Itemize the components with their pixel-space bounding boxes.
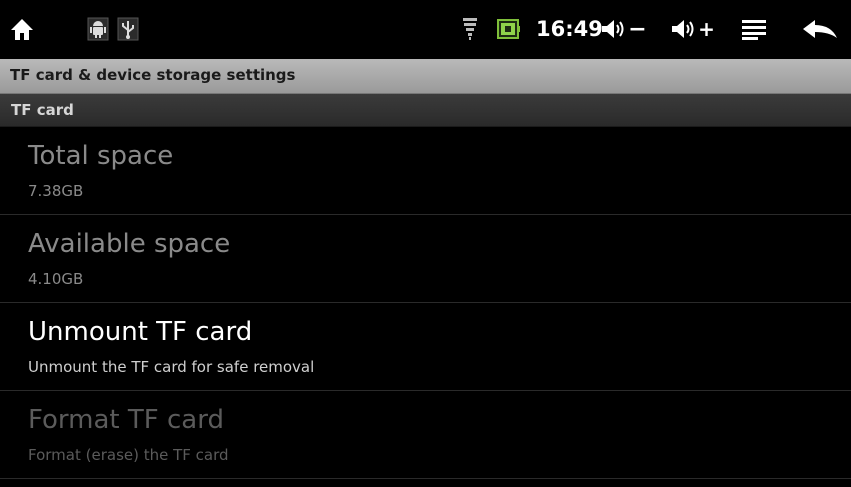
screen: 16:49 − + TF card & device storage setti… (0, 0, 851, 487)
pref-title: Format TF card (28, 405, 224, 435)
title-bar: TF card & device storage settings (0, 59, 851, 94)
category-label: TF card (11, 101, 74, 119)
wifi-icon (459, 15, 481, 43)
volume-up-icon[interactable]: + (667, 15, 717, 43)
volume-down-icon[interactable]: − (598, 15, 648, 43)
pref-title: Unmount TF card (28, 317, 253, 347)
pref-title: Total space (28, 141, 174, 171)
menu-icon[interactable] (739, 15, 769, 43)
clock: 16:49 (536, 17, 603, 41)
battery-icon (496, 15, 522, 43)
category-header: TF card (0, 94, 851, 127)
android-debug-icon (86, 15, 110, 43)
pref-total-space: Total space 7.38GB (0, 127, 851, 215)
pref-available-space: Available space 4.10GB (0, 215, 851, 303)
page-title: TF card & device storage settings (10, 66, 296, 84)
volume-down-label: − (628, 16, 647, 42)
pref-summary: Format (erase) the TF card (28, 446, 229, 464)
pref-summary: 7.38GB (28, 182, 84, 200)
back-icon[interactable] (800, 15, 840, 43)
pref-unmount-tf-card[interactable]: Unmount TF card Unmount the TF card for … (0, 303, 851, 391)
pref-title: Available space (28, 229, 231, 259)
pref-summary: 4.10GB (28, 270, 84, 288)
pref-summary: Unmount the TF card for safe removal (28, 358, 315, 376)
volume-up-label: + (698, 17, 715, 41)
home-icon[interactable] (6, 15, 38, 43)
pref-format-tf-card[interactable]: Format TF card Format (erase) the TF car… (0, 391, 851, 479)
usb-icon (116, 15, 140, 43)
status-bar: 16:49 − + (0, 0, 851, 58)
